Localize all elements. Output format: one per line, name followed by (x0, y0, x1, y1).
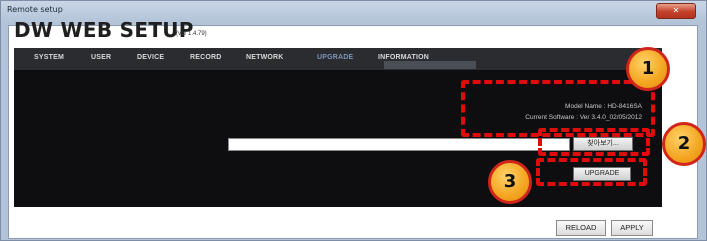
tab-device[interactable]: DEVICE (137, 54, 164, 61)
window-close-button[interactable]: ✕ (656, 3, 696, 19)
tab-user[interactable]: USER (91, 54, 111, 61)
tab-network[interactable]: NETWORK (246, 54, 284, 61)
highlight-box-browse (538, 128, 650, 156)
firmware-file-input[interactable] (228, 138, 570, 151)
tab-system[interactable]: SYSTEM (34, 54, 64, 61)
badge-3: 3 (488, 160, 532, 204)
window-title: Remote setup (7, 5, 63, 14)
badge-1: 1 (626, 47, 670, 91)
version-label: (ver 1.4.79) (176, 31, 207, 37)
nav-accent (384, 61, 476, 69)
apply-button[interactable]: APPLY (611, 220, 653, 236)
badge-2: 2 (662, 122, 706, 166)
top-nav: SYSTEM USER DEVICE RECORD NETWORK UPGRAD… (14, 48, 662, 70)
reload-button[interactable]: RELOAD (556, 220, 606, 236)
tab-record[interactable]: RECORD (190, 54, 222, 61)
page-title: DW WEB SETUP (14, 18, 194, 42)
tab-information[interactable]: INFORMATION (378, 54, 429, 61)
highlight-box-upgrade (536, 158, 647, 186)
tab-upgrade[interactable]: UPGRADE (317, 54, 353, 61)
